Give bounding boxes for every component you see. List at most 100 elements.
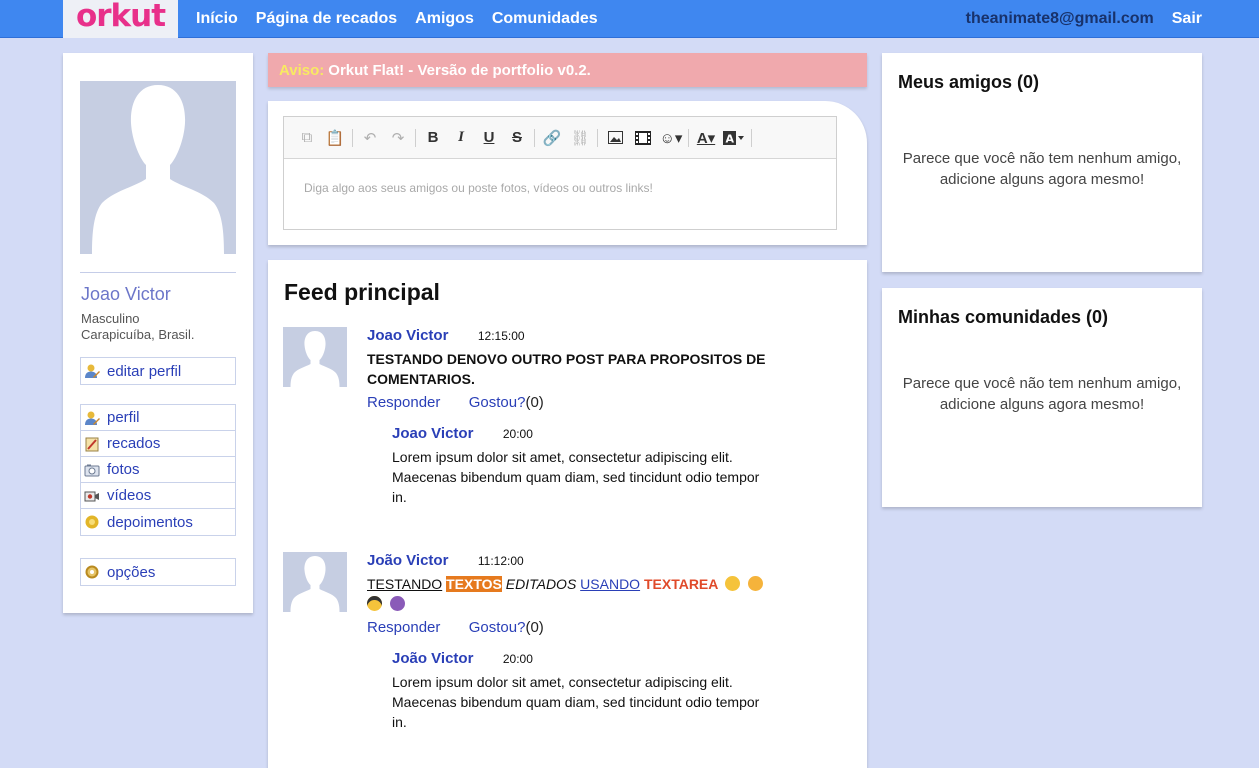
comment-text: Lorem ipsum dolor sit amet, consectetur … bbox=[392, 674, 760, 730]
profile-menu: perfil recados fotos vídeos depoimentos bbox=[80, 404, 236, 536]
menu-item-testimonials[interactable]: depoimentos bbox=[81, 509, 235, 535]
post-text: TESTANDO DENOVO OUTRO POST PARA PROPOSIT… bbox=[367, 351, 766, 387]
svg-text:A: A bbox=[726, 132, 735, 145]
menu-label-videos: vídeos bbox=[107, 487, 152, 504]
rich-highlight-text: TEXTOS bbox=[446, 576, 502, 592]
nav-communities[interactable]: Comunidades bbox=[492, 10, 598, 28]
notice-text: Orkut Flat! - Versão de portfolio v0.2. bbox=[328, 61, 591, 79]
paste-icon[interactable]: 📋 bbox=[321, 125, 349, 151]
post-author-name[interactable]: Joao Victor bbox=[367, 327, 448, 344]
rich-underline-text: TESTANDO bbox=[367, 576, 443, 592]
friends-title[interactable]: Meus amigos (0) bbox=[898, 72, 1039, 93]
sunglasses-emoji-icon bbox=[367, 596, 382, 611]
menu-label-profile: perfil bbox=[107, 409, 140, 426]
post-author-avatar[interactable] bbox=[283, 327, 347, 387]
video-icon[interactable] bbox=[629, 125, 657, 151]
rich-link-text[interactable]: USANDO bbox=[580, 576, 640, 592]
comment-time: 20:00 bbox=[502, 652, 533, 666]
nav-friends[interactable]: Amigos bbox=[415, 10, 474, 28]
underline-icon[interactable]: U bbox=[475, 125, 503, 151]
post-body: Joao Victor 12:15:00 TESTANDO DENOVO OUT… bbox=[367, 327, 797, 507]
bold-icon[interactable]: B bbox=[419, 125, 447, 151]
reply-link[interactable]: Responder bbox=[367, 619, 440, 636]
nav-scraps[interactable]: Página de recados bbox=[256, 10, 397, 28]
toolbar-separator bbox=[415, 128, 416, 147]
post-rich-text: TESTANDO TEXTOS EDITADOS USANDO TEXTAREA bbox=[367, 574, 797, 614]
notice-banner: Aviso: Orkut Flat! - Versão de portfolio… bbox=[268, 53, 867, 87]
main-feed: Feed principal Joao Victor 12:15:00 TEST… bbox=[268, 260, 867, 768]
comment-author-name[interactable]: João Victor bbox=[392, 650, 473, 667]
like-count: (0) bbox=[525, 394, 544, 411]
grinning-emoji-icon bbox=[724, 576, 740, 591]
menu-item-scraps[interactable]: recados bbox=[81, 431, 235, 457]
camera-icon bbox=[84, 462, 100, 478]
orkut-logo[interactable]: orkut bbox=[63, 0, 178, 38]
profile-name[interactable]: Joao Victor bbox=[81, 284, 171, 305]
devil-emoji-icon bbox=[389, 596, 405, 611]
redo-icon[interactable]: ↷ bbox=[384, 125, 412, 151]
video-camera-icon bbox=[84, 488, 100, 504]
edit-profile-link[interactable]: editar perfil bbox=[81, 358, 235, 384]
toolbar-separator bbox=[597, 128, 598, 147]
text-color-dropdown-icon[interactable]: A▾ bbox=[692, 125, 720, 151]
rich-text-editor: ⧉ 📋 ↶ ↷ B I U S 🔗 ⛓ ☺▾ A▾ A Diga algo ao… bbox=[283, 116, 837, 230]
options-link[interactable]: opções bbox=[81, 559, 235, 585]
sun-badge-icon bbox=[84, 514, 100, 530]
menu-label-testimonials: depoimentos bbox=[107, 513, 193, 531]
emoji-dropdown-icon[interactable]: ☺▾ bbox=[657, 125, 685, 151]
communities-title[interactable]: Minhas comunidades (0) bbox=[898, 307, 1108, 328]
like-count: (0) bbox=[525, 619, 544, 636]
communities-empty-message: Parece que você não tem nenhum amigo, ad… bbox=[902, 375, 1182, 413]
main-nav: Início Página de recados Amigos Comunida… bbox=[196, 0, 616, 38]
toolbar-separator bbox=[751, 128, 752, 147]
like-link[interactable]: Gostou? bbox=[469, 394, 526, 411]
unlink-icon[interactable]: ⛓ bbox=[566, 125, 594, 151]
italic-icon[interactable]: I bbox=[447, 125, 475, 151]
post-header: Joao Victor 12:15:00 bbox=[367, 327, 797, 345]
strikethrough-icon[interactable]: S bbox=[503, 125, 531, 151]
user-edit-icon bbox=[84, 363, 100, 379]
undo-icon[interactable]: ↶ bbox=[356, 125, 384, 151]
menu-item-profile[interactable]: perfil bbox=[81, 405, 235, 431]
profile-info: Masculino Carapicuíba, Brasil. bbox=[81, 311, 194, 343]
friends-card: Meus amigos (0) Parece que você não tem … bbox=[882, 53, 1202, 272]
background-color-dropdown-icon[interactable]: A bbox=[720, 125, 748, 151]
avatar-silhouette-icon bbox=[290, 331, 340, 387]
edit-profile-label: editar perfil bbox=[107, 362, 182, 380]
profile-gender: Masculino bbox=[81, 311, 140, 326]
post-author-avatar[interactable] bbox=[283, 552, 347, 612]
like-link[interactable]: Gostou? bbox=[469, 619, 526, 636]
avatar-silhouette-icon bbox=[92, 85, 224, 254]
edit-profile-box: editar perfil bbox=[80, 357, 236, 385]
user-nav: theanimate8@gmail.com Sair bbox=[966, 0, 1202, 38]
post-author-name[interactable]: João Victor bbox=[367, 552, 448, 569]
nav-home[interactable]: Início bbox=[196, 10, 238, 28]
menu-item-videos[interactable]: vídeos bbox=[81, 483, 235, 509]
reply-link[interactable]: Responder bbox=[367, 394, 440, 411]
copy-icon[interactable]: ⧉ bbox=[293, 125, 321, 151]
logout-link[interactable]: Sair bbox=[1172, 10, 1202, 28]
gear-icon bbox=[84, 564, 100, 580]
notice-label: Aviso: bbox=[279, 61, 325, 79]
post-body: João Victor 11:12:00 TESTANDO TEXTOS EDI… bbox=[367, 552, 797, 732]
top-navigation-bar: orkut Início Página de recados Amigos Co… bbox=[0, 0, 1259, 38]
comment-header: João Victor 20:00 bbox=[392, 650, 772, 668]
comment-author-name[interactable]: Joao Victor bbox=[392, 425, 473, 442]
post-input[interactable]: Diga algo aos seus amigos ou poste fotos… bbox=[284, 159, 836, 217]
user-email-link[interactable]: theanimate8@gmail.com bbox=[966, 10, 1154, 28]
options-box: opções bbox=[80, 558, 236, 586]
image-icon[interactable] bbox=[601, 125, 629, 151]
link-icon[interactable]: 🔗 bbox=[538, 125, 566, 151]
menu-item-photos[interactable]: fotos bbox=[81, 457, 235, 483]
friends-empty-message: Parece que você não tem nenhum amigo, ad… bbox=[902, 150, 1182, 188]
post-actions: Responder Gostou?(0) bbox=[367, 394, 797, 411]
comment-time: 20:00 bbox=[502, 427, 533, 441]
feed-title: Feed principal bbox=[284, 279, 440, 305]
post-time: 12:15:00 bbox=[477, 329, 525, 343]
post-composer: ⧉ 📋 ↶ ↷ B I U S 🔗 ⛓ ☺▾ A▾ A Diga algo ao… bbox=[268, 101, 867, 245]
logo-text: orkut bbox=[75, 0, 166, 34]
post-header: João Victor 11:12:00 bbox=[367, 552, 797, 570]
post-actions: Responder Gostou?(0) bbox=[367, 619, 797, 636]
toolbar-separator bbox=[534, 128, 535, 147]
profile-avatar bbox=[80, 81, 236, 254]
